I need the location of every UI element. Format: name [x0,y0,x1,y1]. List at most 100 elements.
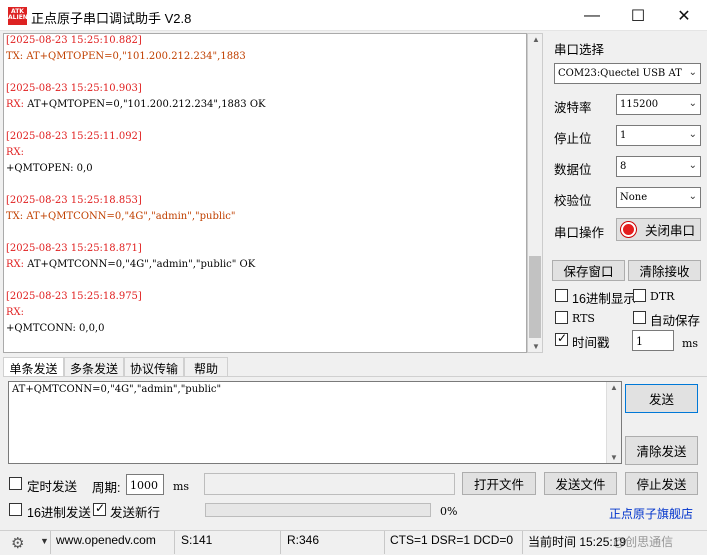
port-select-value: COM23:Quectel USB AT [558,68,682,79]
tab-multi-send[interactable]: 多条发送 [64,357,124,376]
baud-value: 115200 [620,99,659,110]
parity-select[interactable]: None ⌄ [616,187,701,208]
send-button[interactable]: 发送 [625,384,698,413]
scroll-up-icon[interactable]: ▲ [607,383,621,392]
stopbits-select[interactable]: 1 ⌄ [616,125,701,146]
close-port-label: 关闭串口 [645,224,696,238]
clear-receive-button[interactable]: 清除接收 [628,260,701,281]
rts-checkbox[interactable] [555,311,568,324]
brand-store-link[interactable]: 正点原子旗舰店 [609,505,693,522]
send-newline-checkbox[interactable] [93,501,106,516]
rts-label: RTS [572,312,595,325]
receive-scroll-thumb[interactable] [529,256,541,338]
window-title: 正点原子串口调试助手 V2.8 [31,11,192,26]
receive-line: +QMTOPEN: 0,0 [6,163,93,174]
stopbits-value: 1 [620,130,627,141]
parity-label: 校验位 [554,194,592,208]
port-select-label: 串口选择 [554,43,605,57]
chevron-down-icon: ⌄ [688,191,697,202]
send-newline-label: 发送新行 [110,506,161,520]
open-file-button[interactable]: 打开文件 [462,472,536,495]
scroll-down-icon[interactable]: ▼ [607,453,621,462]
receive-line: RX: [6,307,25,318]
port-op-label: 串口操作 [554,226,605,240]
scroll-up-icon[interactable]: ▲ [528,35,544,44]
timestamp-label: 时间戳 [572,336,610,350]
period-unit: ms [173,480,190,493]
tab-single-send[interactable]: 单条发送 [3,357,64,376]
hex-send-label: 16进制发送 [27,506,91,520]
receive-line: +QMTCONN: 0,0,0 [6,323,105,334]
send-progress-bar [205,503,431,517]
tab-protocol[interactable]: 协议传输 [124,357,184,376]
auto-save-checkbox[interactable] [633,311,646,324]
file-path-input[interactable] [204,473,455,495]
send-progress-text: 0% [440,505,458,518]
watermark: @创思通信 [613,535,674,549]
tab-divider [3,376,707,377]
tab-help[interactable]: 帮助 [184,357,228,376]
timed-send-checkbox[interactable] [9,477,22,490]
status-separator [280,531,281,554]
send-file-button[interactable]: 发送文件 [544,472,617,495]
scroll-down-icon[interactable]: ▼ [528,342,544,351]
auto-save-label: 自动保存 [650,314,701,328]
website-link[interactable]: www.openedv.com [56,533,156,547]
send-textarea[interactable]: AT+QMTCONN=0,"4G","admin","public" [8,381,622,464]
status-separator [174,531,175,554]
period-label: 周期: [92,481,121,495]
maximize-button[interactable]: ☐ [615,0,661,31]
hex-display-label: 16进制显示 [572,292,636,306]
dtr-label: DTR [650,290,675,303]
databits-select[interactable]: 8 ⌄ [616,156,701,177]
send-text: AT+QMTCONN=0,"4G","admin","public" [12,384,222,395]
timestamp-unit: ms [682,337,699,350]
dtr-checkbox[interactable] [633,289,646,302]
chevron-down-icon: ⌄ [688,67,697,78]
send-scrollbar[interactable]: ▲ ▼ [606,382,621,463]
status-separator [522,531,523,554]
stop-send-button[interactable]: 停止发送 [625,472,698,495]
status-separator [384,531,385,554]
signal-status: CTS=1 DSR=1 DCD=0 [390,533,514,547]
chevron-down-icon: ⌄ [688,160,697,171]
baud-select[interactable]: 115200 ⌄ [616,94,701,115]
period-input[interactable]: 1000 [126,474,164,495]
sent-count: S:141 [181,533,213,547]
chevron-down-icon[interactable]: ▼ [40,536,49,546]
close-window-button[interactable]: ✕ [661,0,707,31]
receive-line: [2025-08-23 15:25:18.853] [6,195,142,206]
databits-value: 8 [620,161,627,172]
timestamp-checkbox[interactable] [555,331,568,346]
parity-value: None [620,192,648,203]
record-icon [621,222,636,237]
receive-line: TX: AT+QMTOPEN=0,"101.200.212.234",1883 [6,51,246,62]
chevron-down-icon: ⌄ [688,98,697,109]
receive-line: RX: AT+QMTOPEN=0,"101.200.212.234",1883 … [6,99,266,110]
chevron-down-icon: ⌄ [688,129,697,140]
receive-line: RX: AT+QMTCONN=0,"4G","admin","public" O… [6,259,256,270]
receive-line: [2025-08-23 15:25:18.871] [6,243,142,254]
receive-line: [2025-08-23 15:25:10.882] [6,35,142,46]
receive-line: TX: AT+QMTCONN=0,"4G","admin","public" [6,211,236,222]
timed-send-label: 定时发送 [27,480,78,494]
timestamp-input[interactable]: 1 [632,330,674,351]
port-select[interactable]: COM23:Quectel USB AT ⌄ [554,63,701,84]
clear-send-button[interactable]: 清除发送 [625,436,698,465]
hex-send-checkbox[interactable] [9,503,22,516]
databits-label: 数据位 [554,163,592,177]
gear-icon[interactable]: ⚙ [11,534,24,552]
baud-label: 波特率 [554,101,592,115]
app-logo-icon: ATK ALIEN [8,7,28,25]
stopbits-label: 停止位 [554,132,592,146]
receive-line: [2025-08-23 15:25:18.975] [6,291,142,302]
minimize-button[interactable]: — [569,0,615,31]
status-separator [50,531,51,554]
close-port-button[interactable]: 关闭串口 [616,218,701,241]
receive-line: RX: [6,147,25,158]
hex-display-checkbox[interactable] [555,289,568,302]
current-time: 当前时间 15:25:19 [528,535,627,549]
save-window-button[interactable]: 保存窗口 [552,260,625,281]
received-count: R:346 [287,533,320,547]
receive-textarea[interactable]: [2025-08-23 15:25:10.882] TX: AT+QMTOPEN… [3,33,527,353]
